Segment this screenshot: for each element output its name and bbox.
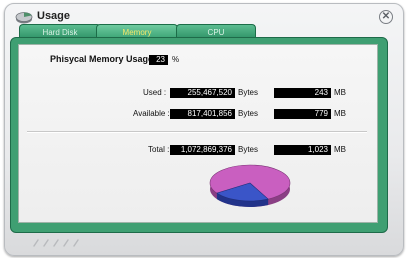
available-bytes-unit: Bytes xyxy=(238,109,259,118)
available-mb-unit: MB xyxy=(334,109,346,118)
total-mb-value: 1,023 xyxy=(274,145,331,155)
divider xyxy=(27,131,367,133)
close-icon[interactable]: ✕ xyxy=(379,10,393,24)
available-bytes-value: 817,401,856 xyxy=(170,109,235,119)
total-label: Total : xyxy=(148,145,170,154)
used-mb-value: 243 xyxy=(274,88,331,98)
total-bytes-value: 1,072,869,376 xyxy=(170,145,235,155)
memory-panel xyxy=(18,44,378,223)
used-mb-unit: MB xyxy=(334,88,346,97)
used-bytes-unit: Bytes xyxy=(238,88,259,97)
resize-grip-icon xyxy=(33,239,79,247)
available-mb-value: 779 xyxy=(274,109,331,119)
available-label: Available : xyxy=(133,109,170,118)
total-mb-unit: MB xyxy=(334,145,346,154)
used-label: Used : xyxy=(143,88,167,97)
physical-memory-unit: % xyxy=(172,55,180,64)
usage-icon xyxy=(15,12,33,24)
physical-memory-value: 23 xyxy=(149,55,168,65)
total-bytes-unit: Bytes xyxy=(238,145,259,154)
physical-memory-label: Phisycal Memory Usage : xyxy=(50,54,159,64)
memory-usage-pie xyxy=(209,164,291,208)
window-title: Usage xyxy=(37,10,71,22)
used-bytes-value: 255,467,520 xyxy=(170,88,235,98)
